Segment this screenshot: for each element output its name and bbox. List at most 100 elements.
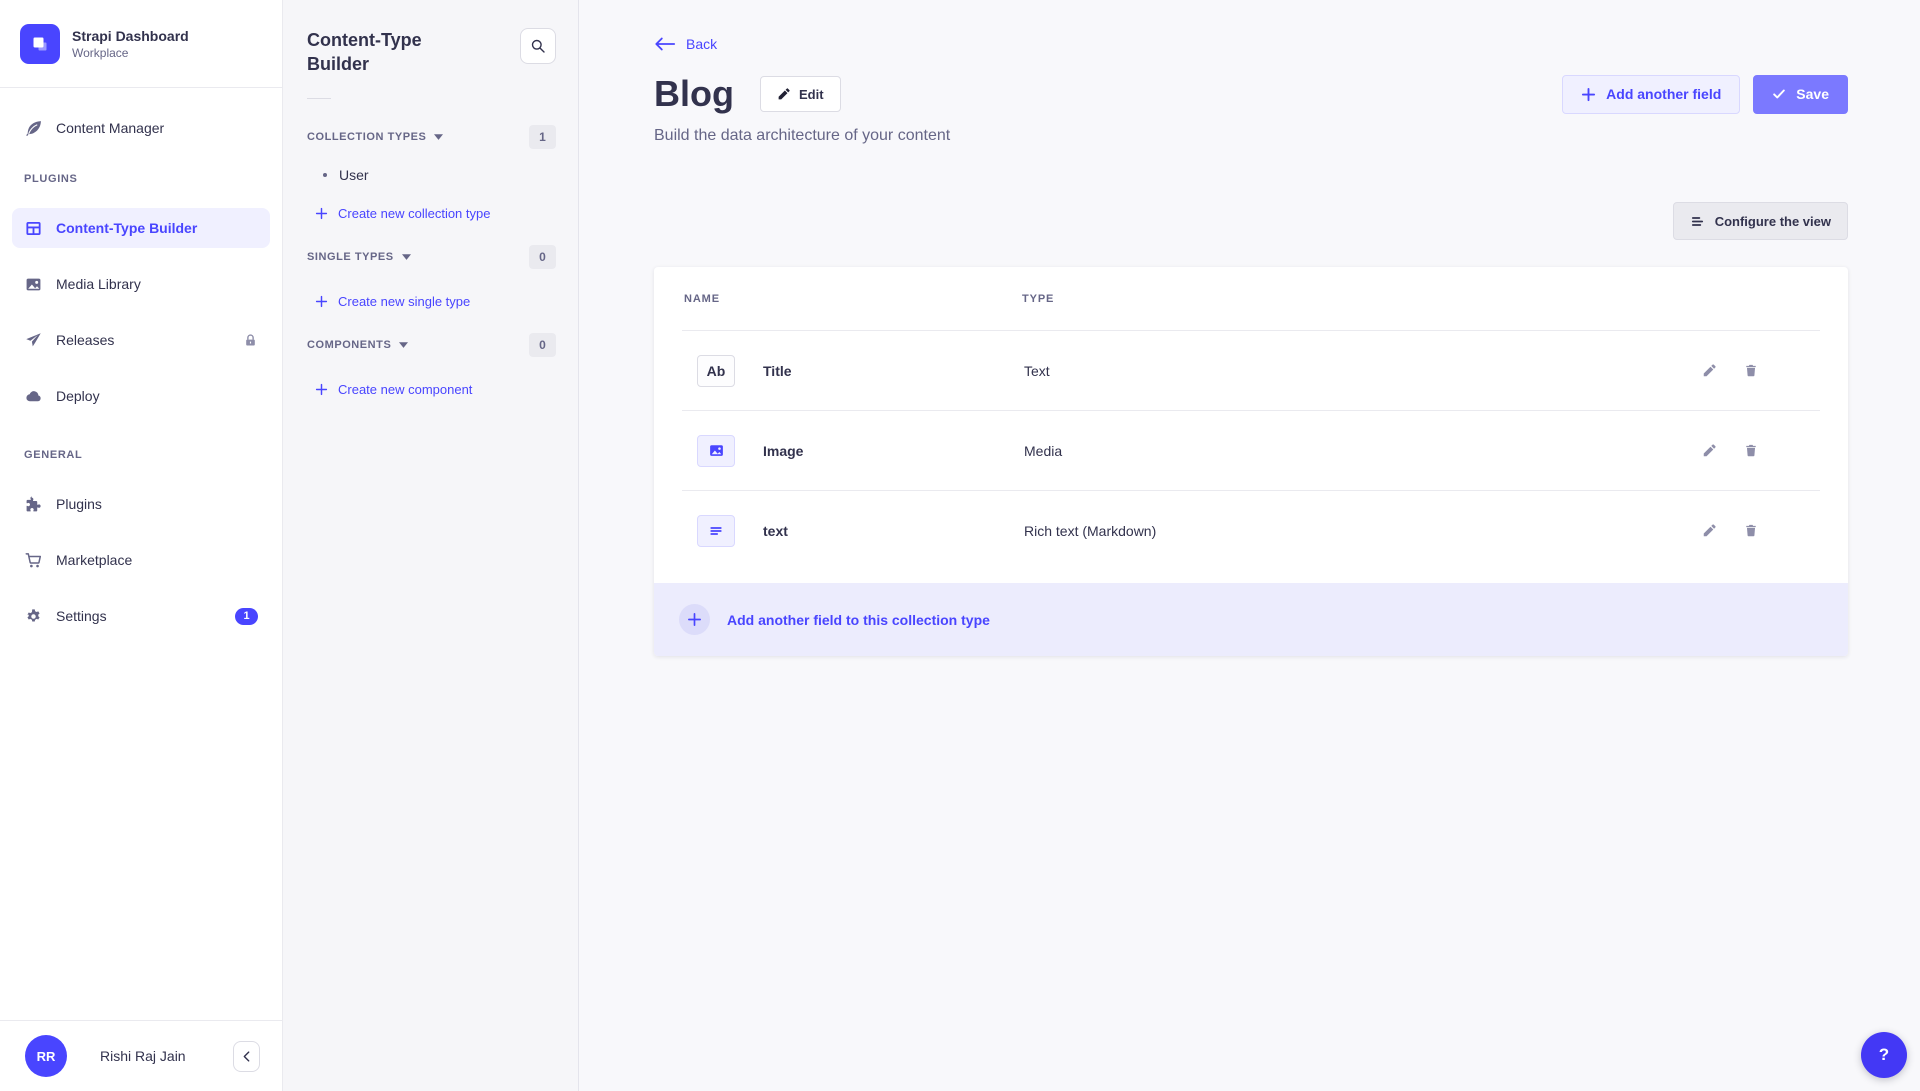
components-header[interactable]: COMPONENTS 0 xyxy=(307,333,556,357)
back-link[interactable]: Back xyxy=(654,36,717,52)
plus-icon xyxy=(315,207,328,220)
subnav-divider xyxy=(307,98,331,99)
pencil-icon xyxy=(1702,524,1716,538)
back-label: Back xyxy=(686,36,717,52)
single-types-label: SINGLE TYPES xyxy=(307,251,394,263)
sidebar-nav: Content Manager PLUGINS Content-Type Bui… xyxy=(0,88,282,636)
trash-icon xyxy=(1744,363,1758,378)
create-single-type-link[interactable]: Create new single type xyxy=(307,283,556,319)
edit-field-button[interactable] xyxy=(1702,524,1716,538)
plus-circle-icon xyxy=(679,604,710,635)
single-types-header[interactable]: SINGLE TYPES 0 xyxy=(307,245,556,269)
sidebar-item-content-manager[interactable]: Content Manager xyxy=(12,108,270,148)
collapse-sidebar-button[interactable] xyxy=(233,1041,260,1072)
sidebar-item-plugins[interactable]: Plugins xyxy=(12,484,270,524)
text-field-icon: Ab xyxy=(697,355,735,387)
pencil-icon xyxy=(1702,444,1716,458)
puzzle-icon xyxy=(24,495,42,513)
checkmark-icon xyxy=(1772,87,1786,101)
create-collection-type-link[interactable]: Create new collection type xyxy=(307,195,556,231)
sidebar-item-label: Plugins xyxy=(56,496,102,512)
lock-icon xyxy=(243,333,258,348)
sidebar-item-label: Deploy xyxy=(56,388,100,404)
components-count: 0 xyxy=(529,333,556,357)
sidebar-item-label: Content-Type Builder xyxy=(56,220,197,236)
paper-plane-icon xyxy=(24,331,42,349)
edit-button[interactable]: Edit xyxy=(760,76,841,112)
user-avatar[interactable]: RR xyxy=(25,1035,67,1077)
user-name: Rishi Raj Jain xyxy=(100,1048,186,1064)
chevron-left-icon xyxy=(243,1051,250,1062)
edit-field-button[interactable] xyxy=(1702,364,1716,378)
sidebar-item-media-library[interactable]: Media Library xyxy=(12,264,270,304)
help-button[interactable]: ? xyxy=(1861,1032,1907,1078)
collection-types-count: 1 xyxy=(529,125,556,149)
delete-field-button[interactable] xyxy=(1744,363,1758,378)
layout-grid-icon xyxy=(24,219,42,237)
richtext-field-icon xyxy=(697,515,735,547)
page-subtitle: Build the data architecture of your cont… xyxy=(654,127,1848,145)
collection-types-header[interactable]: COLLECTION TYPES 1 xyxy=(307,125,556,149)
field-type: Text xyxy=(1024,363,1702,379)
fields-card: NAME TYPE Ab Title Text xyxy=(654,267,1848,656)
bullet-icon xyxy=(323,173,327,177)
main-content: Back Blog Edit Add another field xyxy=(579,0,1920,1091)
pencil-icon xyxy=(1702,364,1716,378)
table-row: Image Media xyxy=(682,410,1820,490)
content-type-builder-subnav: Content-Type Builder COLLECTION TYPES 1 … xyxy=(283,0,579,1091)
edit-label: Edit xyxy=(799,87,824,102)
create-component-label: Create new component xyxy=(338,382,472,397)
collection-type-label: User xyxy=(339,167,369,183)
configure-view-button[interactable]: Configure the view xyxy=(1673,202,1848,240)
trash-icon xyxy=(1744,523,1758,538)
create-component-link[interactable]: Create new component xyxy=(307,371,556,407)
field-type: Rich text (Markdown) xyxy=(1024,523,1702,539)
delete-field-button[interactable] xyxy=(1744,523,1758,538)
add-field-to-collection-button[interactable]: Add another field to this collection typ… xyxy=(654,583,1848,656)
collection-type-item-user[interactable]: User xyxy=(307,155,556,195)
column-header-type: TYPE xyxy=(1022,293,1820,305)
add-field-to-collection-label: Add another field to this collection typ… xyxy=(727,612,990,628)
arrow-left-icon xyxy=(654,36,676,52)
sidebar-item-label: Marketplace xyxy=(56,552,132,568)
field-name: Title xyxy=(763,363,1024,379)
chevron-down-icon xyxy=(399,342,408,348)
edit-field-button[interactable] xyxy=(1702,444,1716,458)
sidebar-item-label: Settings xyxy=(56,608,107,624)
table-row: text Rich text (Markdown) xyxy=(682,490,1820,570)
pencil-icon xyxy=(777,88,790,101)
plus-icon xyxy=(1581,87,1596,102)
configure-view-label: Configure the view xyxy=(1715,214,1831,229)
sidebar-section-plugins: PLUGINS xyxy=(12,172,270,186)
create-single-type-label: Create new single type xyxy=(338,294,470,309)
sidebar-user-footer: RR Rishi Raj Jain xyxy=(0,1020,282,1091)
sidebar-item-label: Content Manager xyxy=(56,120,164,136)
sidebar-section-general: GENERAL xyxy=(12,448,270,462)
single-types-count: 0 xyxy=(529,245,556,269)
layout-lines-icon xyxy=(1690,214,1705,229)
components-label: COMPONENTS xyxy=(307,339,391,351)
delete-field-button[interactable] xyxy=(1744,443,1758,458)
sidebar-item-settings[interactable]: Settings 1 xyxy=(12,596,270,636)
save-label: Save xyxy=(1796,86,1829,102)
feather-icon xyxy=(24,119,42,137)
sidebar-item-marketplace[interactable]: Marketplace xyxy=(12,540,270,580)
sidebar-item-label: Media Library xyxy=(56,276,141,292)
workspace-name: Workplace xyxy=(72,45,189,61)
sidebar-item-deploy[interactable]: Deploy xyxy=(12,376,270,416)
sidebar-item-content-type-builder[interactable]: Content-Type Builder xyxy=(12,208,270,248)
settings-notification-badge: 1 xyxy=(235,608,258,625)
sidebar-item-releases[interactable]: Releases xyxy=(12,320,270,360)
save-button[interactable]: Save xyxy=(1753,75,1848,114)
cart-icon xyxy=(24,551,42,569)
search-button[interactable] xyxy=(520,28,556,64)
add-another-field-button[interactable]: Add another field xyxy=(1562,75,1740,114)
search-icon xyxy=(530,38,546,54)
strapi-logo-icon xyxy=(20,24,60,64)
collection-types-label: COLLECTION TYPES xyxy=(307,131,426,143)
gear-icon xyxy=(24,607,42,625)
media-field-icon xyxy=(697,435,735,467)
add-another-field-label: Add another field xyxy=(1606,86,1721,102)
workspace-header[interactable]: Strapi Dashboard Workplace xyxy=(0,0,282,88)
column-header-name: NAME xyxy=(684,293,1022,305)
